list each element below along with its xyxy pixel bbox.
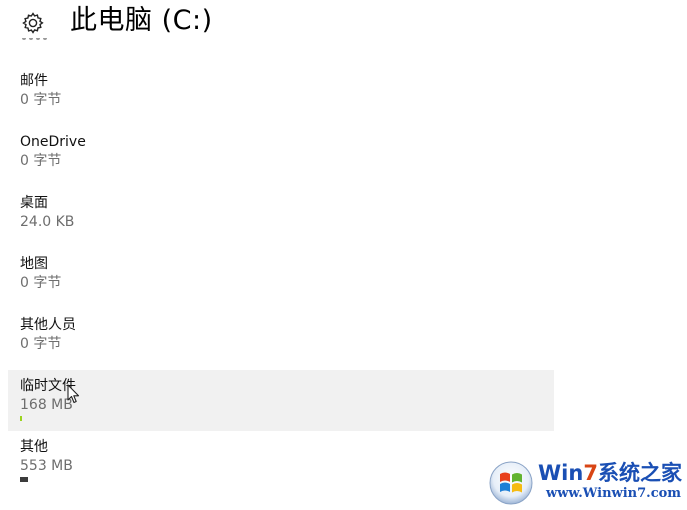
watermark: Win7系统之家 www.Winwin7.com (488, 458, 684, 508)
storage-item-temporary-files[interactable]: 临时文件 168 MB (8, 370, 554, 431)
storage-item-size: 24.0 KB (20, 214, 75, 230)
storage-item-size: 0 字节 (20, 153, 62, 169)
storage-item-onedrive[interactable]: OneDrive 0 字节 (8, 126, 554, 187)
storage-item-maps[interactable]: 地图 0 字节 (8, 248, 554, 309)
storage-item-size: 0 字节 (20, 275, 62, 291)
storage-item-name: OneDrive (20, 134, 86, 150)
watermark-brand: Win7系统之家 (538, 460, 682, 486)
storage-details-page: 此电脑 (C:) 邮件 0 字节 OneDrive 0 字节 桌面 24.0 K… (0, 0, 687, 510)
scrolled-content-edge (20, 38, 48, 44)
storage-item-desktop[interactable]: 桌面 24.0 KB (8, 187, 554, 248)
watermark-brand-prefix: Wi (538, 461, 569, 485)
gear-icon[interactable] (21, 11, 45, 35)
usage-bar-fill (20, 477, 28, 482)
watermark-brand-number: 7 (583, 461, 598, 485)
page-title: 此电脑 (C:) (70, 5, 213, 36)
watermark-brand-n: n (568, 461, 584, 485)
storage-item-other[interactable]: 其他 553 MB (8, 431, 554, 492)
storage-item-mail[interactable]: 邮件 0 字节 (8, 65, 554, 126)
storage-item-name: 地图 (20, 256, 48, 272)
windows-logo-icon (489, 461, 533, 505)
storage-item-size: 0 字节 (20, 336, 62, 352)
usage-bar (20, 416, 180, 421)
storage-item-other-people[interactable]: 其他人员 0 字节 (8, 309, 554, 370)
usage-bar (20, 477, 180, 482)
watermark-brand-suffix: 系统之家 (597, 461, 682, 485)
storage-item-size: 0 字节 (20, 92, 62, 108)
watermark-url: www.Winwin7.com (546, 486, 682, 501)
usage-bar-fill (20, 416, 22, 421)
storage-item-size: 168 MB (20, 397, 73, 413)
storage-category-list: 邮件 0 字节 OneDrive 0 字节 桌面 24.0 KB 地图 0 字节… (8, 65, 554, 492)
storage-item-name: 其他 (20, 439, 48, 455)
mouse-pointer-icon (67, 384, 80, 404)
storage-item-name: 其他人员 (20, 317, 76, 333)
storage-item-size: 553 MB (20, 458, 73, 474)
storage-item-name: 桌面 (20, 195, 48, 211)
storage-item-name: 邮件 (20, 73, 48, 89)
